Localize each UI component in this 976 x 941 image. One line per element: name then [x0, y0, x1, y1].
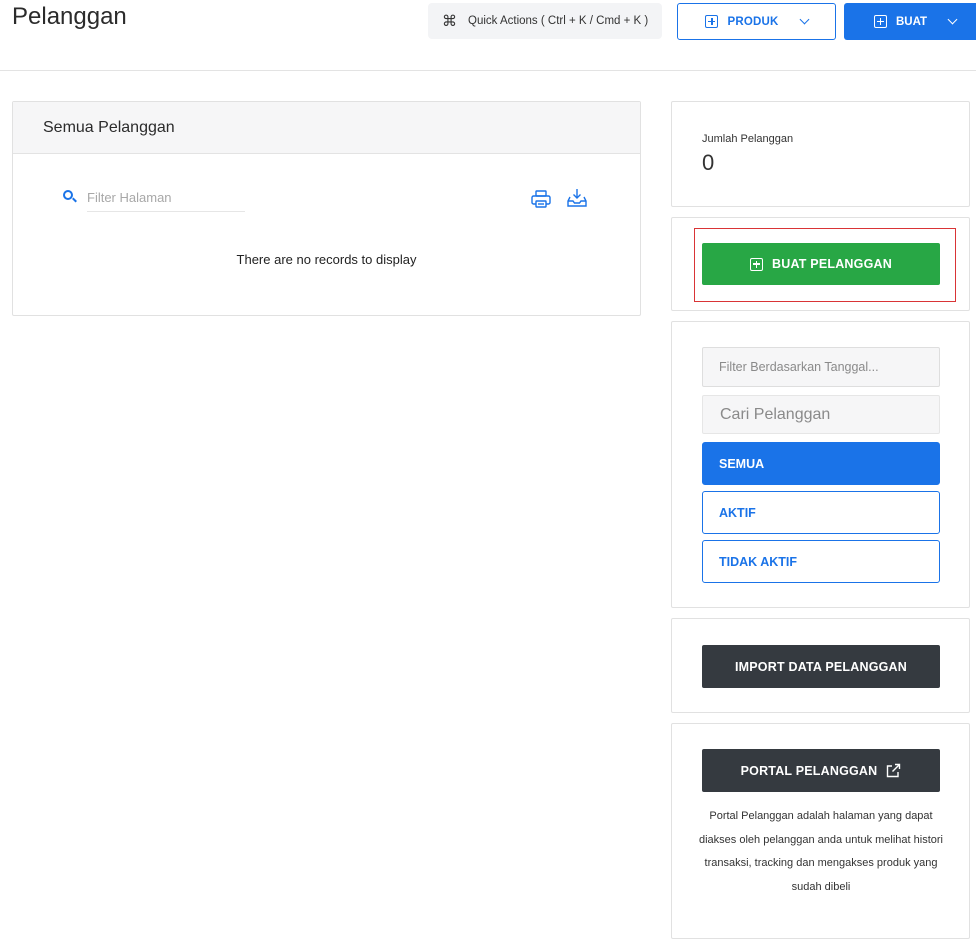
import-customers-button[interactable]: IMPORT DATA PELANGGAN: [702, 645, 940, 688]
customer-search-input[interactable]: [702, 395, 940, 434]
buat-dropdown-button[interactable]: BUAT: [844, 3, 976, 40]
portal-card: PORTAL PELANGGAN Portal Pelanggan adalah…: [671, 723, 970, 939]
customers-card-title: Semua Pelanggan: [13, 102, 640, 154]
customer-portal-label: PORTAL PELANGGAN: [740, 763, 878, 778]
produk-dropdown-button[interactable]: PRODUK: [677, 3, 836, 40]
command-icon: ⌘: [442, 13, 457, 30]
filter-card: Filter Berdasarkan Tanggal... SEMUA AKTI…: [671, 321, 970, 608]
create-customer-button[interactable]: BUAT PELANGGAN: [702, 243, 940, 285]
customer-portal-button[interactable]: PORTAL PELANGGAN: [702, 749, 940, 792]
plus-square-icon: [874, 15, 887, 28]
portal-description: Portal Pelanggan adalah halaman yang dap…: [699, 810, 943, 893]
printer-icon[interactable]: [531, 190, 551, 208]
tab-aktif[interactable]: AKTIF: [702, 491, 940, 534]
plus-square-icon: [750, 257, 764, 271]
filter-search: [63, 186, 245, 212]
download-tray-icon[interactable]: [567, 188, 587, 207]
customers-card: Semua Pelanggan There are no records to …: [12, 101, 641, 316]
buat-label: BUAT: [896, 15, 928, 28]
customer-count-card: Jumlah Pelanggan 0: [671, 101, 970, 207]
external-link-icon: [887, 763, 901, 778]
search-icon: [63, 189, 77, 203]
date-filter-field[interactable]: Filter Berdasarkan Tanggal...: [702, 347, 940, 387]
chevron-down-icon: [947, 14, 958, 25]
create-customer-label: BUAT PELANGGAN: [772, 257, 892, 271]
tab-tidak-aktif[interactable]: TIDAK AKTIF: [702, 540, 940, 583]
empty-state-message: There are no records to display: [236, 252, 417, 267]
page-title: Pelanggan: [12, 3, 127, 30]
customer-count-label: Jumlah Pelanggan: [702, 133, 794, 145]
quick-actions-button[interactable]: ⌘ Quick Actions ( Ctrl + K / Cmd + K ): [428, 3, 662, 39]
quick-actions-label: Quick Actions ( Ctrl + K / Cmd + K ): [468, 15, 649, 27]
plus-square-icon: [705, 15, 719, 28]
tab-semua[interactable]: SEMUA: [702, 442, 940, 485]
create-customer-card: BUAT PELANGGAN: [671, 217, 970, 311]
import-card: IMPORT DATA PELANGGAN: [671, 618, 970, 713]
produk-label: PRODUK: [727, 15, 779, 28]
customer-count-value: 0: [702, 150, 715, 175]
chevron-down-icon: [799, 14, 809, 25]
filter-input[interactable]: [87, 186, 245, 212]
header-divider: [0, 70, 976, 71]
